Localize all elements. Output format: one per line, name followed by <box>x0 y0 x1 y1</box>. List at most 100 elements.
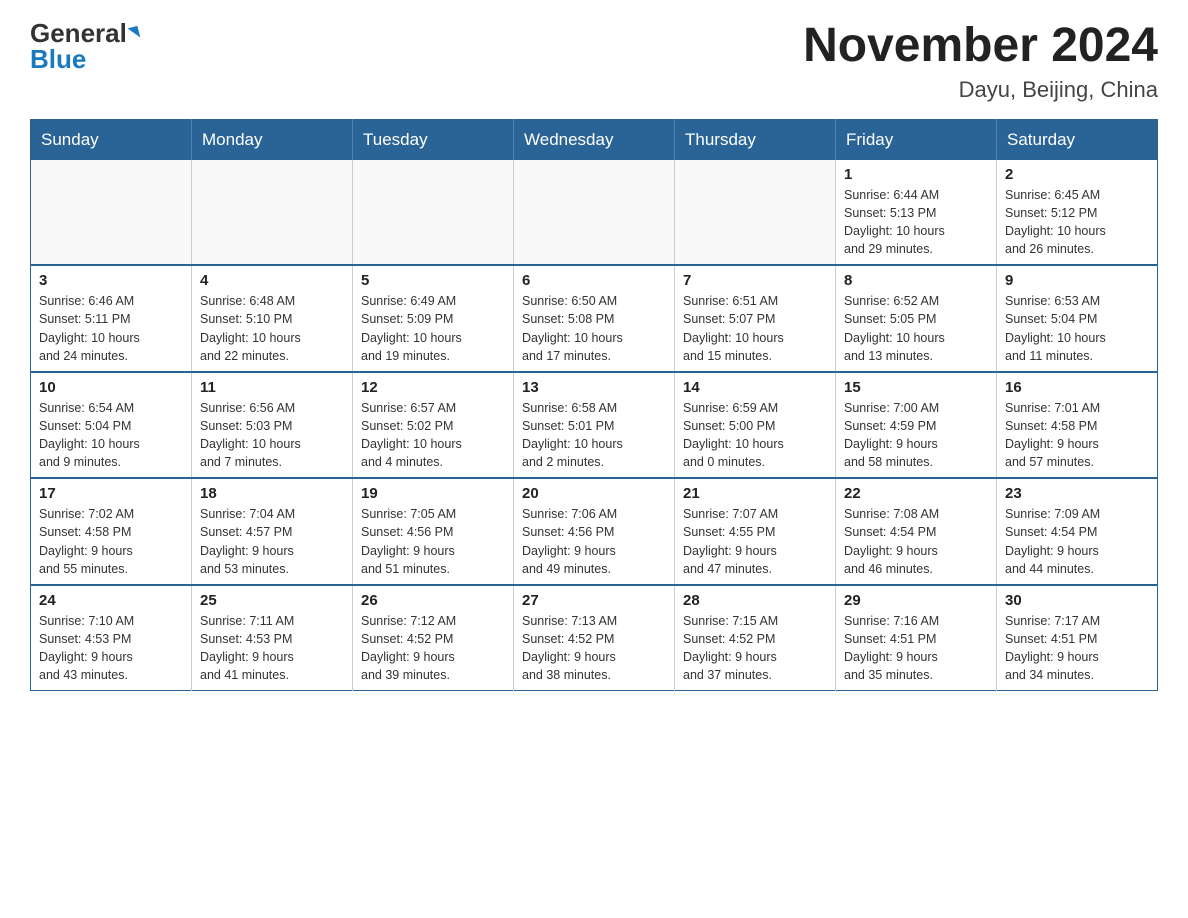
weekday-header-wednesday: Wednesday <box>514 119 675 160</box>
calendar-cell: 30 Sunrise: 7:17 AM Sunset: 4:51 PM Dayli… <box>997 585 1158 691</box>
day-info: Sunrise: 6:54 AM Sunset: 5:04 PM Dayligh… <box>39 399 183 472</box>
day-number: 21 <box>683 485 827 502</box>
calendar-cell: 15 Sunrise: 7:00 AM Sunset: 4:59 PM Dayli… <box>836 372 997 479</box>
calendar-cell: 29Sunrise: 7:16 AM Sunset: 4:51 PM Dayli… <box>836 585 997 691</box>
day-number: 15 <box>844 379 988 396</box>
logo-blue-text: Blue <box>30 46 86 72</box>
calendar-cell: 12Sunrise: 6:57 AM Sunset: 5:02 PM Dayli… <box>353 372 514 479</box>
logo: General Blue <box>30 20 139 72</box>
calendar-cell: 21 Sunrise: 7:07 AM Sunset: 4:55 PM Dayli… <box>675 478 836 585</box>
calendar-cell: 28Sunrise: 7:15 AM Sunset: 4:52 PM Dayli… <box>675 585 836 691</box>
day-number: 26 <box>361 592 505 609</box>
calendar-cell <box>675 160 836 266</box>
day-info: Sunrise: 6:56 AM Sunset: 5:03 PM Dayligh… <box>200 399 344 472</box>
weekday-header-tuesday: Tuesday <box>353 119 514 160</box>
calendar-cell <box>192 160 353 266</box>
day-number: 4 <box>200 272 344 289</box>
calendar-cell: 5Sunrise: 6:49 AM Sunset: 5:09 PM Daylig… <box>353 265 514 372</box>
day-number: 28 <box>683 592 827 609</box>
day-info: Sunrise: 6:51 AM Sunset: 5:07 PM Dayligh… <box>683 292 827 365</box>
calendar-cell: 6 Sunrise: 6:50 AM Sunset: 5:08 PM Daylig… <box>514 265 675 372</box>
calendar-cell: 25Sunrise: 7:11 AM Sunset: 4:53 PM Dayli… <box>192 585 353 691</box>
day-number: 7 <box>683 272 827 289</box>
day-info: Sunrise: 7:04 AM Sunset: 4:57 PM Dayligh… <box>200 505 344 578</box>
calendar-cell: 11 Sunrise: 6:56 AM Sunset: 5:03 PM Dayli… <box>192 372 353 479</box>
day-number: 24 <box>39 592 183 609</box>
calendar-cell: 14Sunrise: 6:59 AM Sunset: 5:00 PM Dayli… <box>675 372 836 479</box>
weekday-header-friday: Friday <box>836 119 997 160</box>
calendar-cell: 7 Sunrise: 6:51 AM Sunset: 5:07 PM Daylig… <box>675 265 836 372</box>
day-info: Sunrise: 7:13 AM Sunset: 4:52 PM Dayligh… <box>522 612 666 685</box>
day-info: Sunrise: 7:05 AM Sunset: 4:56 PM Dayligh… <box>361 505 505 578</box>
weekday-header-row: SundayMondayTuesdayWednesdayThursdayFrid… <box>31 119 1158 160</box>
day-number: 14 <box>683 379 827 396</box>
day-info: Sunrise: 7:02 AM Sunset: 4:58 PM Dayligh… <box>39 505 183 578</box>
day-info: Sunrise: 6:46 AM Sunset: 5:11 PM Dayligh… <box>39 292 183 365</box>
calendar-cell: 18 Sunrise: 7:04 AM Sunset: 4:57 PM Dayli… <box>192 478 353 585</box>
day-number: 2 <box>1005 166 1149 183</box>
weekday-header-sunday: Sunday <box>31 119 192 160</box>
day-info: Sunrise: 6:58 AM Sunset: 5:01 PM Dayligh… <box>522 399 666 472</box>
calendar-cell <box>31 160 192 266</box>
day-info: Sunrise: 7:16 AM Sunset: 4:51 PM Dayligh… <box>844 612 988 685</box>
day-info: Sunrise: 7:09 AM Sunset: 4:54 PM Dayligh… <box>1005 505 1149 578</box>
weekday-header-monday: Monday <box>192 119 353 160</box>
day-number: 13 <box>522 379 666 396</box>
day-number: 16 <box>1005 379 1149 396</box>
calendar-cell: 1 Sunrise: 6:44 AM Sunset: 5:13 PM Daylig… <box>836 160 997 266</box>
day-info: Sunrise: 6:57 AM Sunset: 5:02 PM Dayligh… <box>361 399 505 472</box>
day-info: Sunrise: 6:53 AM Sunset: 5:04 PM Dayligh… <box>1005 292 1149 365</box>
day-info: Sunrise: 7:08 AM Sunset: 4:54 PM Dayligh… <box>844 505 988 578</box>
calendar-cell: 4 Sunrise: 6:48 AM Sunset: 5:10 PM Daylig… <box>192 265 353 372</box>
calendar-cell: 22 Sunrise: 7:08 AM Sunset: 4:54 PM Dayli… <box>836 478 997 585</box>
day-number: 9 <box>1005 272 1149 289</box>
calendar-cell <box>514 160 675 266</box>
calendar-cell: 10 Sunrise: 6:54 AM Sunset: 5:04 PM Dayli… <box>31 372 192 479</box>
day-number: 8 <box>844 272 988 289</box>
day-info: Sunrise: 7:00 AM Sunset: 4:59 PM Dayligh… <box>844 399 988 472</box>
day-info: Sunrise: 7:01 AM Sunset: 4:58 PM Dayligh… <box>1005 399 1149 472</box>
month-year-title: November 2024 <box>803 20 1158 73</box>
day-info: Sunrise: 7:10 AM Sunset: 4:53 PM Dayligh… <box>39 612 183 685</box>
page-header: General Blue November 2024 Dayu, Beijing… <box>30 20 1158 103</box>
day-number: 6 <box>522 272 666 289</box>
day-number: 19 <box>361 485 505 502</box>
day-number: 22 <box>844 485 988 502</box>
day-info: Sunrise: 6:50 AM Sunset: 5:08 PM Dayligh… <box>522 292 666 365</box>
calendar-cell <box>353 160 514 266</box>
day-number: 27 <box>522 592 666 609</box>
calendar-cell: 20 Sunrise: 7:06 AM Sunset: 4:56 PM Dayli… <box>514 478 675 585</box>
calendar-week-row: 3 Sunrise: 6:46 AM Sunset: 5:11 PM Daylig… <box>31 265 1158 372</box>
day-number: 25 <box>200 592 344 609</box>
calendar-cell: 3 Sunrise: 6:46 AM Sunset: 5:11 PM Daylig… <box>31 265 192 372</box>
day-number: 20 <box>522 485 666 502</box>
calendar-week-row: 24 Sunrise: 7:10 AM Sunset: 4:53 PM Dayli… <box>31 585 1158 691</box>
day-number: 17 <box>39 485 183 502</box>
day-info: Sunrise: 6:49 AM Sunset: 5:09 PM Dayligh… <box>361 292 505 365</box>
day-info: Sunrise: 7:17 AM Sunset: 4:51 PM Dayligh… <box>1005 612 1149 685</box>
day-number: 10 <box>39 379 183 396</box>
day-number: 1 <box>844 166 988 183</box>
calendar-cell: 27 Sunrise: 7:13 AM Sunset: 4:52 PM Dayli… <box>514 585 675 691</box>
day-info: Sunrise: 7:07 AM Sunset: 4:55 PM Dayligh… <box>683 505 827 578</box>
day-number: 18 <box>200 485 344 502</box>
day-info: Sunrise: 6:48 AM Sunset: 5:10 PM Dayligh… <box>200 292 344 365</box>
day-info: Sunrise: 7:12 AM Sunset: 4:52 PM Dayligh… <box>361 612 505 685</box>
day-info: Sunrise: 7:06 AM Sunset: 4:56 PM Dayligh… <box>522 505 666 578</box>
day-info: Sunrise: 6:44 AM Sunset: 5:13 PM Dayligh… <box>844 186 988 259</box>
day-number: 3 <box>39 272 183 289</box>
calendar-cell: 16 Sunrise: 7:01 AM Sunset: 4:58 PM Dayli… <box>997 372 1158 479</box>
calendar-cell: 24 Sunrise: 7:10 AM Sunset: 4:53 PM Dayli… <box>31 585 192 691</box>
calendar-week-row: 17 Sunrise: 7:02 AM Sunset: 4:58 PM Dayli… <box>31 478 1158 585</box>
day-info: Sunrise: 6:52 AM Sunset: 5:05 PM Dayligh… <box>844 292 988 365</box>
calendar-table: SundayMondayTuesdayWednesdayThursdayFrid… <box>30 119 1158 692</box>
day-number: 30 <box>1005 592 1149 609</box>
day-info: Sunrise: 6:45 AM Sunset: 5:12 PM Dayligh… <box>1005 186 1149 259</box>
logo-general-text: General <box>30 20 127 46</box>
weekday-header-thursday: Thursday <box>675 119 836 160</box>
calendar-cell: 19 Sunrise: 7:05 AM Sunset: 4:56 PM Dayli… <box>353 478 514 585</box>
calendar-week-row: 10 Sunrise: 6:54 AM Sunset: 5:04 PM Dayli… <box>31 372 1158 479</box>
day-number: 11 <box>200 379 344 396</box>
calendar-cell: 2 Sunrise: 6:45 AM Sunset: 5:12 PM Daylig… <box>997 160 1158 266</box>
calendar-cell: 8 Sunrise: 6:52 AM Sunset: 5:05 PM Daylig… <box>836 265 997 372</box>
